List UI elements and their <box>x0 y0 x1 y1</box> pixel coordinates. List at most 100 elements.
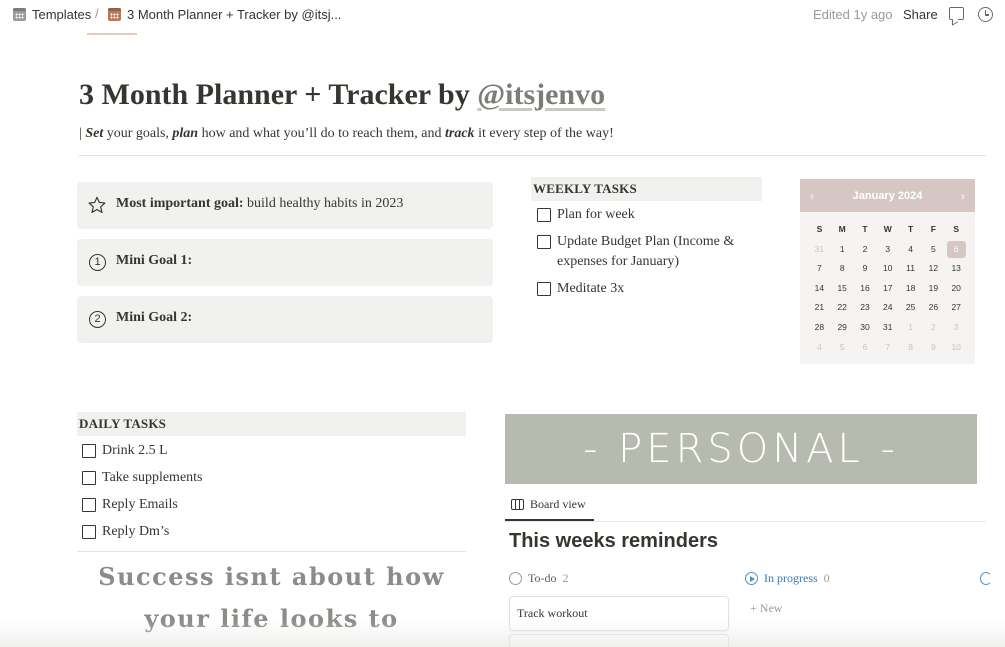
calendar-day[interactable]: 16 <box>854 279 877 299</box>
calendar-day[interactable]: 4 <box>808 338 831 358</box>
calendar-day[interactable]: 10 <box>876 259 899 279</box>
calendar-day[interactable]: 31 <box>876 318 899 338</box>
todo-item[interactable]: Meditate 3x <box>537 279 624 299</box>
group-name: To-do <box>528 571 557 585</box>
weekday-header: W <box>883 224 892 234</box>
calendar-day[interactable]: 3 <box>945 318 968 338</box>
subtitle-text: it every step of the way! <box>474 126 614 141</box>
group-name: In progress <box>764 571 818 585</box>
calendar-grid: S M T W T F S 31 1 2 3 4 5 6 7 8 9 10 11 12 13 14 15 16 17 18 19 20… <box>800 212 975 357</box>
calendar-day[interactable]: 8 <box>899 338 922 358</box>
author-handle-link[interactable]: @itsjenvo <box>477 78 605 111</box>
calendar-day[interactable]: 15 <box>831 279 854 299</box>
share-button[interactable]: Share <box>903 7 938 22</box>
board-card[interactable]: Screen time 30 mkd 2 <box>509 634 729 647</box>
calendar-day[interactable]: 25 <box>899 298 922 318</box>
calendar-day[interactable]: 10 <box>945 338 968 358</box>
calendar-month-label: January 2024 <box>852 189 923 202</box>
calendar-day[interactable]: 1 <box>899 318 922 338</box>
calendar-next-button[interactable]: › <box>961 189 965 203</box>
tab-board-view[interactable]: Board view <box>511 497 586 512</box>
board-group-in-progress[interactable]: In progress 0 <box>745 571 830 586</box>
goal-value: build healthy habits in 2023 <box>243 196 404 211</box>
calendar-day[interactable]: 3 <box>876 240 899 260</box>
calendar-day[interactable]: 8 <box>831 259 854 279</box>
todo-item[interactable]: Reply Emails <box>82 495 178 515</box>
goal-callout-mini-1[interactable]: 1 Mini Goal 1: <box>77 239 493 286</box>
breadcrumb-label: Templates <box>32 7 92 22</box>
calendar-day[interactable]: 26 <box>922 298 945 318</box>
calendar-day[interactable]: 23 <box>854 298 877 318</box>
todo-item[interactable]: Reply Dm’s <box>82 522 169 542</box>
calendar-day[interactable]: 7 <box>876 338 899 358</box>
calendar-day[interactable]: 5 <box>831 338 854 358</box>
checkbox[interactable] <box>82 444 96 458</box>
calendar-day[interactable]: 14 <box>808 279 831 299</box>
calendar-day[interactable]: 27 <box>945 298 968 318</box>
calendar-day[interactable]: 28 <box>808 318 831 338</box>
todo-item[interactable]: Update Budget Plan (Income & expenses for… <box>537 232 734 272</box>
breadcrumb-current-page[interactable]: 3 Month Planner + Tracker by @itsj... <box>108 7 341 22</box>
goal-text: Mini Goal 2: <box>116 310 192 326</box>
checkbox[interactable] <box>82 525 96 539</box>
calendar-day[interactable]: 2 <box>854 240 877 260</box>
calendar-day[interactable]: 7 <box>808 259 831 279</box>
todo-label: Take supplements <box>102 470 203 485</box>
calendar-day[interactable]: 2 <box>922 318 945 338</box>
calendar-day[interactable]: 31 <box>808 240 831 260</box>
calendar-day[interactable]: 24 <box>876 298 899 318</box>
active-tab-underline <box>87 33 137 35</box>
calendar-day-today[interactable]: 6 <box>946 240 966 259</box>
checkbox[interactable] <box>82 471 96 485</box>
board-card[interactable]: Track workout <box>509 596 729 631</box>
calendar-day[interactable]: 1 <box>831 240 854 260</box>
breadcrumb-templates[interactable]: Templates <box>13 7 91 22</box>
todo-label: Update Budget Plan (Income & expenses for… <box>557 232 734 272</box>
page-title: 3 Month Planner + Tracker by @itsjenvo <box>79 78 605 112</box>
calendar-day[interactable]: 22 <box>831 298 854 318</box>
database-title[interactable]: This weeks reminders <box>509 530 718 553</box>
group-count: 0 <box>823 571 830 585</box>
checkbox[interactable] <box>537 235 551 249</box>
board-group-todo[interactable]: To-do 2 <box>509 571 569 586</box>
history-clock-icon[interactable] <box>978 7 993 22</box>
calendar-day[interactable]: 5 <box>922 240 945 260</box>
todo-item[interactable]: Take supplements <box>82 468 203 488</box>
checkbox[interactable] <box>82 498 96 512</box>
calendar-day[interactable]: 13 <box>945 259 968 279</box>
todo-item[interactable]: Drink 2.5 L <box>82 441 168 461</box>
subtitle-text: your goals, <box>103 126 173 141</box>
goal-text: Most important goal: build healthy habit… <box>116 196 403 212</box>
calendar-day[interactable]: 20 <box>945 279 968 299</box>
todo-item[interactable]: Plan for week <box>537 205 635 225</box>
goal-callout-main[interactable]: Most important goal: build healthy habit… <box>77 182 493 229</box>
todo-label-line: expenses for January) <box>557 254 680 269</box>
checkbox[interactable] <box>537 208 551 222</box>
calendar-day[interactable]: 29 <box>831 318 854 338</box>
comment-icon[interactable] <box>949 7 964 20</box>
circled-number-one-icon: 1 <box>89 254 106 271</box>
calendar-day[interactable]: 19 <box>922 279 945 299</box>
calendar-day[interactable]: 18 <box>899 279 922 299</box>
calendar-day[interactable]: 17 <box>876 279 899 299</box>
calendar-day[interactable]: 21 <box>808 298 831 318</box>
todo-label: Reply Dm’s <box>102 524 170 539</box>
checkbox[interactable] <box>537 282 551 296</box>
calendar-day[interactable]: 12 <box>922 259 945 279</box>
calendar-widget: ‹ January 2024 › S M T W T F S 31 1 2 3 4 5 6 7 8 9 10 11 1… <box>800 179 975 364</box>
calendar-day[interactable]: 9 <box>854 259 877 279</box>
new-card-button[interactable]: + New <box>750 601 782 616</box>
calendar-prev-button[interactable]: ‹ <box>810 189 814 203</box>
plus-icon: + <box>750 601 760 615</box>
calendar-day[interactable]: 11 <box>899 259 922 279</box>
calendar-day[interactable]: 4 <box>899 240 922 260</box>
calendar-day[interactable]: 6 <box>854 338 877 358</box>
page-title-text: 3 Month Planner + Tracker by <box>79 78 478 111</box>
calendar-day[interactable]: 9 <box>922 338 945 358</box>
calendar-day[interactable]: 30 <box>854 318 877 338</box>
page-subtitle: | Set your goals, plan how and what you’… <box>79 126 614 142</box>
breadcrumb-separator: / <box>95 6 99 21</box>
weekday-header: M <box>838 224 846 234</box>
todo-label: Meditate 3x <box>557 281 625 296</box>
goal-callout-mini-2[interactable]: 2 Mini Goal 2: <box>77 296 493 343</box>
